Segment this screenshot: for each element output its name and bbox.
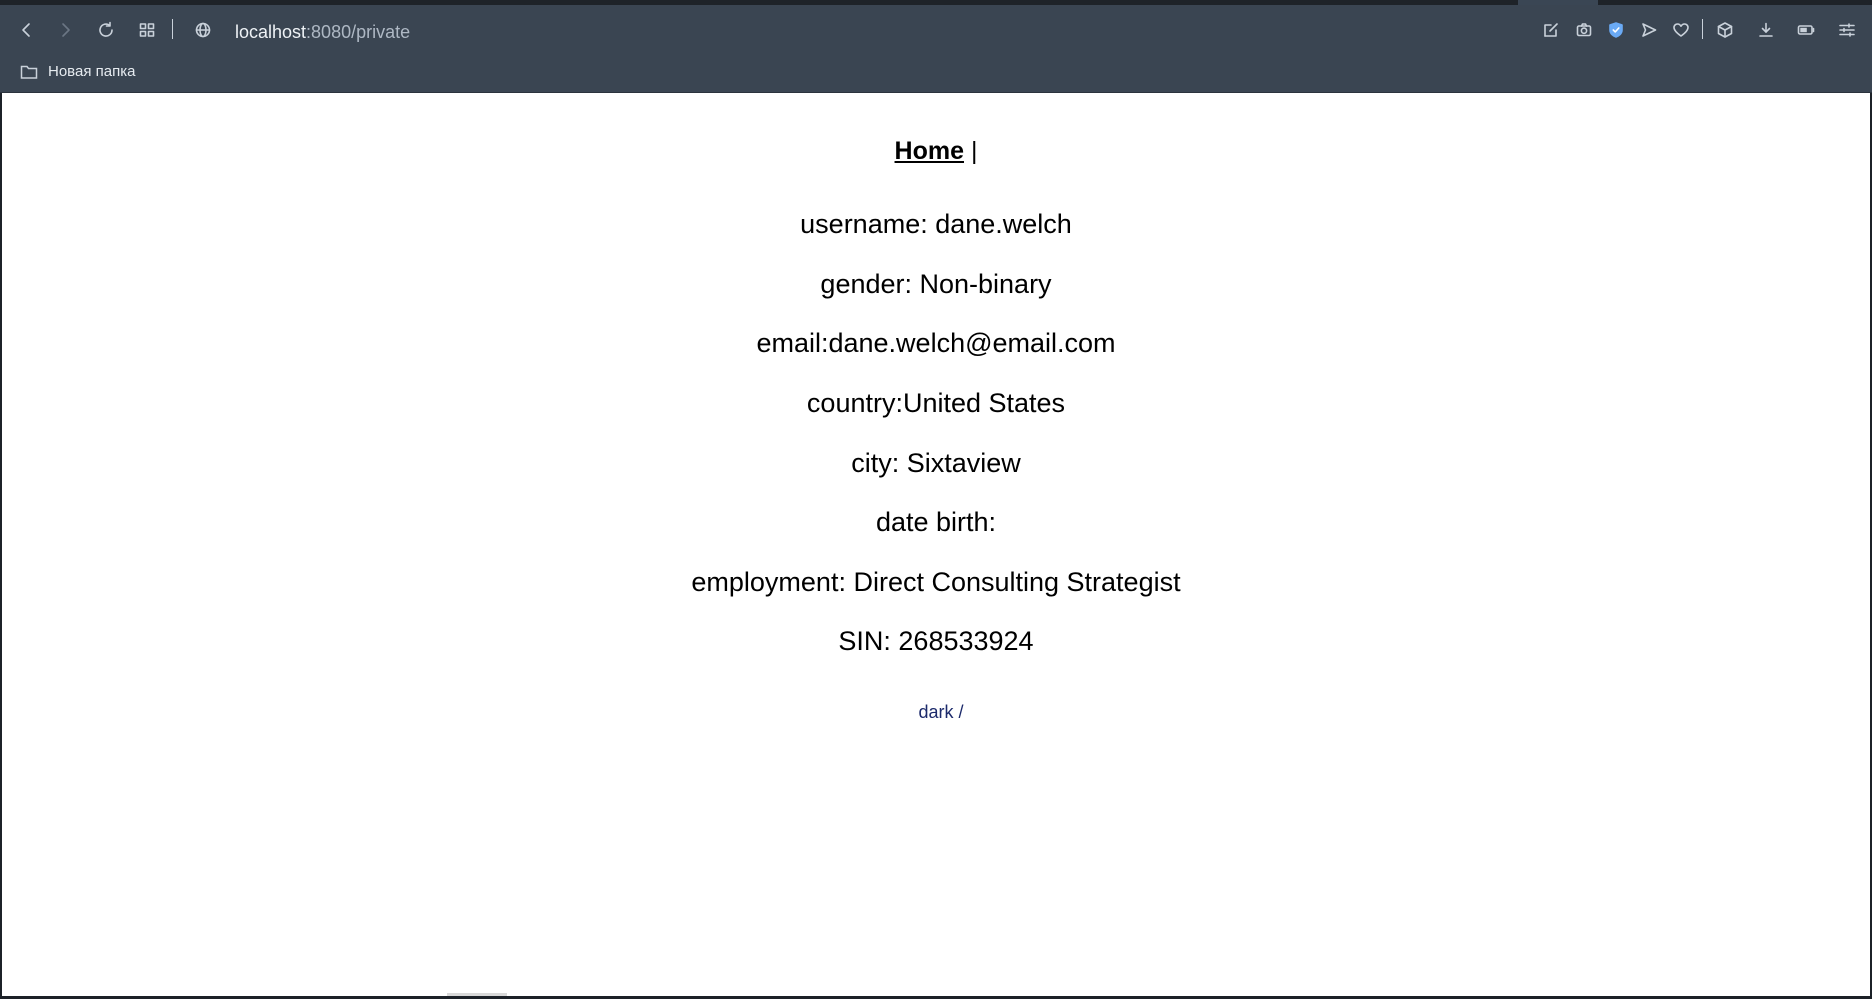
dark-theme-link[interactable]: dark — [918, 702, 953, 722]
send-icon[interactable] — [1638, 19, 1660, 41]
url-path: :8080/private — [306, 22, 411, 42]
back-arrow-icon[interactable] — [16, 19, 38, 41]
edit-page-icon[interactable] — [1540, 19, 1562, 41]
toolbar-divider-right — [1702, 19, 1703, 39]
bookmarks-bar: Новая папка — [0, 55, 1872, 93]
employment-field: employment: Direct Consulting Strategist — [691, 567, 1181, 597]
horizontal-scrollbar-thumb[interactable] — [447, 993, 507, 996]
browser-toolbar: localhost:8080/private — [0, 5, 1872, 55]
cube-icon[interactable] — [1714, 19, 1736, 41]
shield-check-icon[interactable] — [1605, 19, 1627, 41]
top-nav: Home | — [2, 137, 1870, 166]
theme-switcher: dark / — [2, 702, 1870, 723]
country-field: country:United States — [806, 388, 1066, 418]
theme-separator: / — [958, 702, 964, 722]
email-field: email:dane.welch@email.com — [756, 328, 1116, 358]
page-content: Home | username: dane.welch gender: Non-… — [2, 93, 1870, 996]
forward-arrow-icon[interactable] — [54, 19, 76, 41]
download-icon[interactable] — [1755, 19, 1777, 41]
settings-sliders-icon[interactable] — [1836, 19, 1858, 41]
globe-icon[interactable] — [192, 19, 214, 41]
username-field: username: dane.welch — [800, 209, 1072, 239]
city-field: city: Sixtaview — [851, 448, 1021, 478]
camera-icon[interactable] — [1573, 19, 1595, 41]
url-host: localhost — [235, 22, 307, 42]
nav-separator: | — [970, 137, 978, 165]
address-bar[interactable]: localhost:8080/private — [235, 22, 410, 43]
folder-icon — [20, 65, 38, 79]
reload-icon[interactable] — [95, 19, 117, 41]
heart-icon[interactable] — [1670, 19, 1692, 41]
toolbar-divider — [172, 19, 173, 39]
home-link[interactable]: Home — [895, 137, 964, 165]
bookmark-folder-label: Новая папка — [48, 63, 136, 80]
birthdate-field: date birth: — [875, 507, 997, 537]
gender-field: gender: Non-binary — [820, 269, 1052, 299]
sin-field: SIN: 268533924 — [838, 626, 1034, 656]
tab-grid-icon[interactable] — [136, 19, 158, 41]
battery-icon[interactable] — [1795, 19, 1817, 41]
bookmark-folder[interactable]: Новая папка — [20, 63, 135, 80]
